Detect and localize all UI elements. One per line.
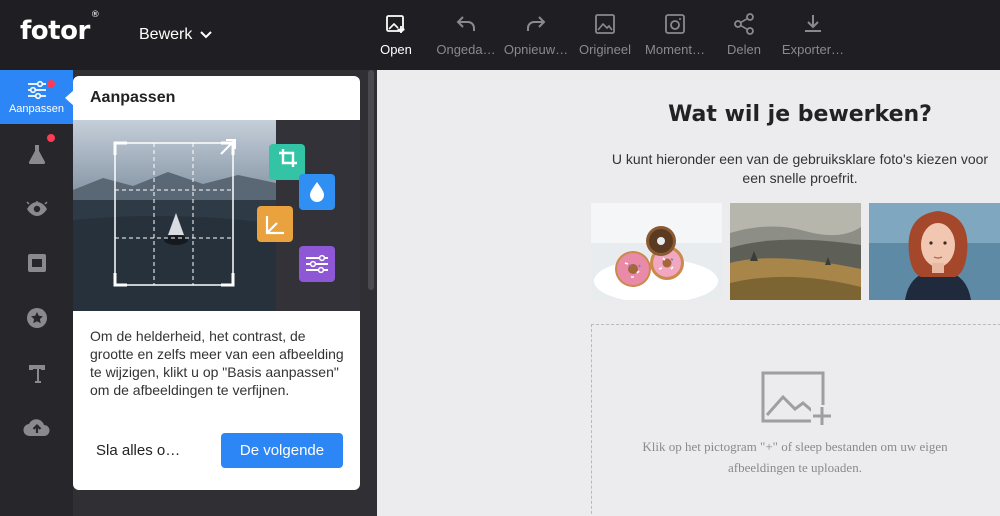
upload-instructions: Klik op het pictogram "+" of sleep besta… [642,439,948,475]
snapshot-button[interactable]: Moment… [637,12,713,57]
page-subtitle: U kunt hieronder een van de gebruiksklar… [611,151,989,186]
edit-menu-label: Bewerk [139,26,193,43]
chevron-down-icon [200,31,213,39]
sidebar-item-frames[interactable] [0,236,73,290]
sidebar-item-beauty[interactable] [0,182,73,236]
sidebar-item-effects[interactable] [0,127,73,181]
fotor-logo[interactable]: fotor® [20,10,100,46]
original-button[interactable]: Origineel [567,12,643,57]
onboarding-tooltip: Aanpassen Om de helderheid, het contrast… [73,76,360,490]
upload-dropzone[interactable] [591,324,1000,516]
sliders-icon [27,80,46,99]
camera-icon [665,14,685,34]
sidebar-item-text[interactable] [0,346,73,400]
image-icon [595,14,615,34]
snapshot-label: Moment… [645,42,705,57]
original-label: Origineel [578,42,632,57]
tooltip-title: Aanpassen [90,89,176,106]
notification-dot [47,134,55,142]
share-icon [734,13,754,35]
next-button[interactable]: De volgende [221,433,343,468]
undo-button[interactable]: Ongeda… [428,12,504,57]
export-label: Exporter… [781,42,845,57]
cloud-upload-icon [22,419,49,437]
left-rail: Aanpassen [0,70,73,516]
open-button[interactable]: Open [358,12,434,57]
undo-icon [456,16,475,31]
top-bar: fotor® Bewerk Open Ongeda… Opnieuw… Orig… [0,0,1000,70]
frame-icon [27,254,46,272]
download-icon [805,15,821,32]
sample-photo-landscape[interactable] [730,203,861,300]
tooltip-body: Om de helderheid, het contrast, de groot… [90,328,344,398]
edit-menu-dropdown[interactable]: Bewerk [139,26,213,44]
sidebar-item-label: Aanpassen [8,102,65,115]
undo-label: Ongeda… [436,42,496,57]
share-button[interactable]: Delen [706,12,782,57]
page-title: Wat wil je bewerken? [668,102,932,127]
export-button[interactable]: Exporter… [775,12,851,57]
sample-photo-portrait[interactable] [869,203,1000,300]
sidebar-item-aanpassen[interactable]: Aanpassen [0,70,73,124]
tooltip-illustration [73,120,360,311]
sample-photo-donuts[interactable] [591,203,722,300]
redo-button[interactable]: Opnieuw… [498,12,574,57]
image-plus-icon [761,371,833,427]
open-label: Open [380,42,412,57]
sidebar-item-upload[interactable] [0,400,73,454]
star-icon [26,308,47,328]
redo-label: Opnieuw… [503,42,569,57]
text-icon [28,365,45,383]
redo-icon [527,16,546,31]
image-plus-icon [386,15,405,33]
share-label: Delen [727,42,761,57]
notification-dot [47,80,55,88]
eye-icon [25,201,48,216]
flask-icon [28,145,45,164]
panel-scrollbar[interactable] [368,70,374,290]
skip-all-button[interactable]: Sla alles o… [96,442,180,459]
sidebar-item-stickers[interactable] [0,291,73,345]
